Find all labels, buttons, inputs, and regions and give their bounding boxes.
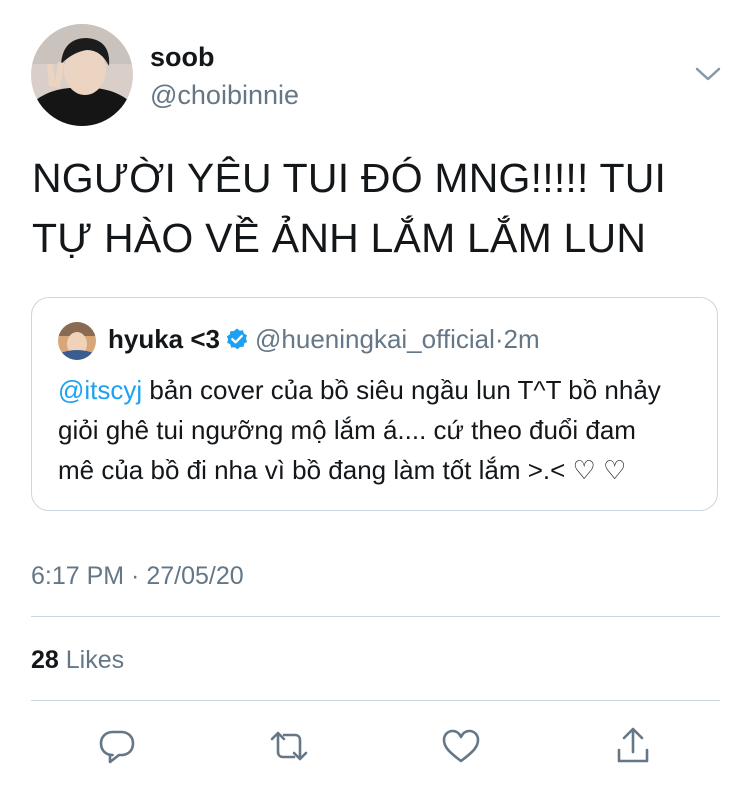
likes-number: 28 bbox=[31, 646, 59, 674]
author-avatar[interactable] bbox=[31, 24, 133, 126]
tweet-text-line: NGƯỜI YÊU TUI ĐÓ MNG!!!!! TUI bbox=[32, 155, 667, 201]
quoted-time: 2m bbox=[503, 324, 540, 354]
quoted-text: @itscyj bản cover của bồ siêu ngầu lun T… bbox=[58, 370, 708, 490]
likes-count[interactable]: 28 Likes bbox=[31, 646, 124, 675]
divider bbox=[31, 700, 720, 701]
share-icon[interactable] bbox=[609, 722, 657, 770]
tweet-text: NGƯỜI YÊU TUI ĐÓ MNG!!!!! TUI TỰ HÀO VỀ … bbox=[32, 148, 722, 268]
quoted-text-line: @itscyj bản cover của bồ siêu ngầu lun T… bbox=[58, 370, 708, 410]
verified-badge-icon bbox=[225, 327, 249, 351]
reply-icon[interactable] bbox=[93, 722, 141, 770]
likes-label: Likes bbox=[65, 646, 125, 674]
author-handle[interactable]: @choibinnie bbox=[150, 80, 299, 111]
tweet-text-line: TỰ HÀO VỀ ẢNH LẮM LẮM LUN bbox=[32, 215, 647, 261]
quoted-text-line: mê của bồ đi nha vì bồ đang làm tốt lắm … bbox=[58, 455, 627, 485]
divider bbox=[31, 616, 720, 617]
author-display-name[interactable]: soob bbox=[150, 42, 215, 73]
quoted-text-line: giỏi ghê tui ngưỡng mộ lắm á.... cứ theo… bbox=[58, 415, 636, 445]
quoted-handle[interactable]: @hueningkai_official bbox=[255, 324, 495, 354]
mention-link[interactable]: @itscyj bbox=[58, 375, 142, 405]
quoted-text-segment: bản cover của bồ siêu ngầu lun T^T bồ nh… bbox=[149, 375, 661, 405]
action-bar bbox=[0, 722, 750, 770]
quoted-author-avatar[interactable] bbox=[58, 322, 96, 360]
chevron-down-icon[interactable] bbox=[694, 64, 722, 84]
quoted-header: hyuka <3 @hueningkai_official·2m bbox=[108, 324, 540, 355]
heart-icon[interactable] bbox=[437, 722, 485, 770]
quoted-separator: · bbox=[494, 324, 504, 354]
quoted-display-name[interactable]: hyuka <3 bbox=[108, 324, 220, 354]
quoted-tweet[interactable]: hyuka <3 @hueningkai_official·2m @itscyj … bbox=[31, 297, 718, 511]
tweet-timestamp[interactable]: 6:17 PM · 27/05/20 bbox=[31, 562, 244, 591]
retweet-icon[interactable] bbox=[265, 722, 313, 770]
